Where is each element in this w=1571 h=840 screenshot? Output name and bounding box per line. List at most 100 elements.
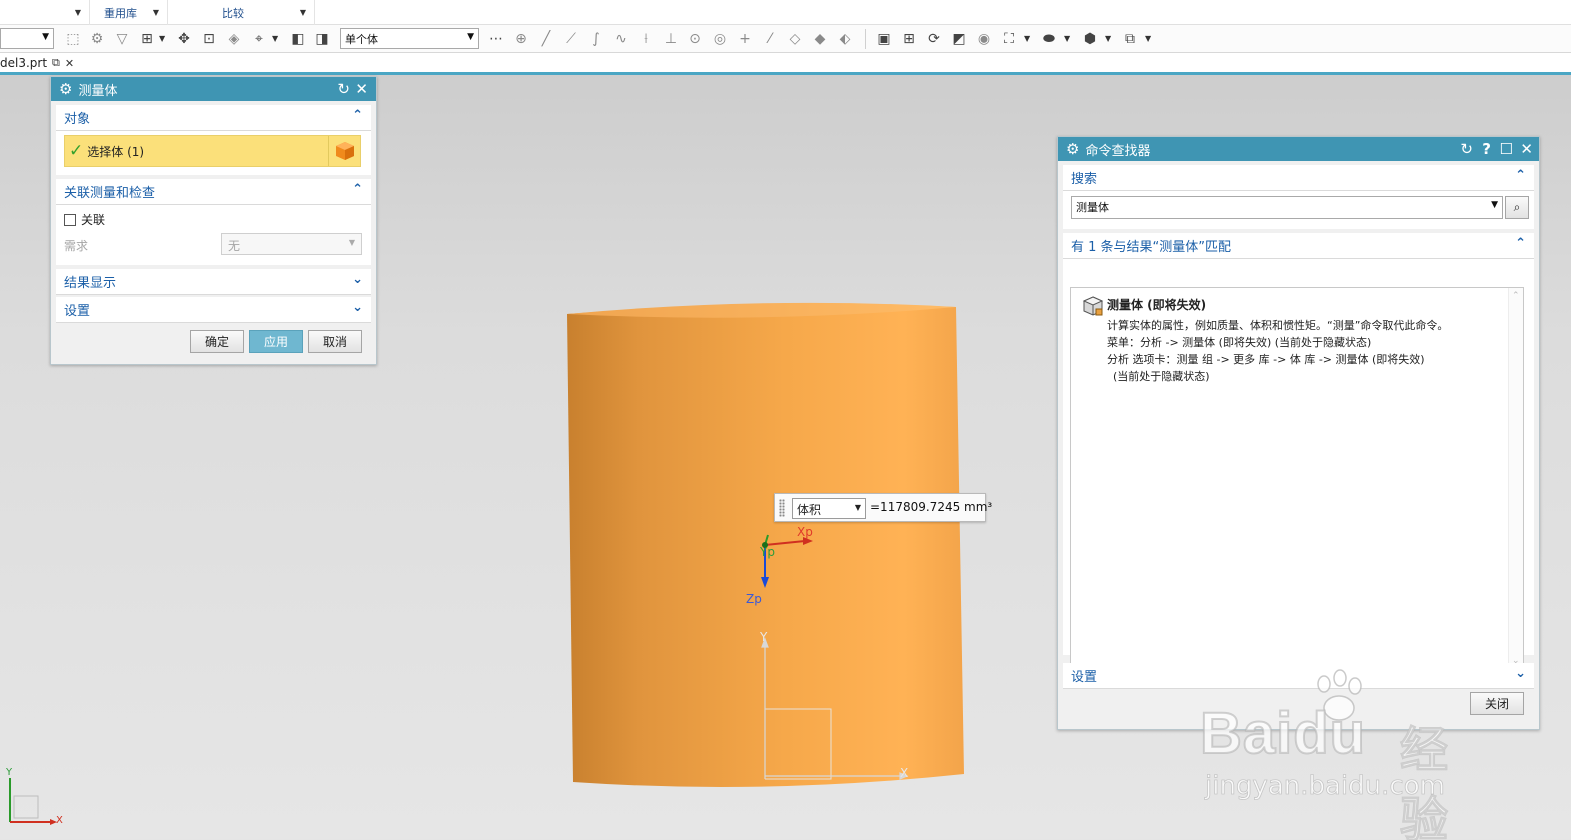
chevron-down-icon[interactable]: ▼	[153, 8, 159, 17]
chevron-down-icon[interactable]: ▼	[75, 8, 81, 17]
select-body-row[interactable]: ✓ 选择体 (1)	[64, 135, 361, 167]
search-input[interactable]: 测量体 ▼	[1071, 196, 1503, 219]
apply-button[interactable]: 应用	[249, 330, 303, 353]
select-all-icon[interactable]: ⊞	[138, 30, 156, 48]
requirement-combo: 无 ▼	[221, 233, 362, 255]
fit-frame-icon[interactable]: ⛶	[1000, 30, 1018, 48]
chevron-up-icon[interactable]: ⌃	[1515, 168, 1526, 183]
section-object-body: ✓ 选择体 (1)	[56, 131, 371, 175]
render-style-icon[interactable]: ◉	[975, 30, 993, 48]
type-filter-combo[interactable]: ▼	[0, 28, 54, 49]
select-feature-icon[interactable]: ⬚	[64, 30, 82, 48]
close-icon[interactable]: ✕	[1520, 139, 1533, 159]
result-line: 菜单：分析 -> 测量体 (即将失效) (当前处于隐藏状态)	[1107, 336, 1372, 349]
chevron-down-icon[interactable]: ▼	[159, 34, 165, 43]
close-icon[interactable]: ✕	[355, 79, 368, 99]
associative-checkbox[interactable]	[64, 213, 76, 226]
ribbon-group-left[interactable]: ▼	[0, 0, 90, 25]
reset-icon[interactable]: ↻	[1460, 139, 1473, 159]
search-button[interactable]: ⌕	[1505, 196, 1529, 219]
chevron-up-icon[interactable]: ⌃	[1515, 236, 1526, 251]
chevron-down-icon[interactable]: ⌄	[352, 272, 363, 287]
help-icon[interactable]: ?	[1482, 139, 1491, 159]
view-fit-icon[interactable]: ▣	[875, 30, 893, 48]
pop-out-icon[interactable]: ⧉	[52, 56, 60, 70]
result-title[interactable]: 测量体 (即将失效)	[1107, 296, 1206, 313]
rotate-icon[interactable]: ⟳	[925, 30, 943, 48]
poly-icon[interactable]: ⟊	[637, 30, 655, 48]
filter-icon[interactable]: ▽	[113, 30, 131, 48]
requirement-value: 无	[228, 239, 241, 253]
solid-view-icon[interactable]: ⬢	[1081, 30, 1099, 48]
ribbon-group-reuse-library[interactable]: 重用库 ▼	[90, 0, 168, 25]
zoom-icon[interactable]: ⊞	[900, 30, 918, 48]
scroll-up-icon[interactable]: ⌃	[1512, 291, 1520, 301]
sheet-body-icon[interactable]: ◨	[313, 30, 331, 48]
line-segment-icon[interactable]: ⟋	[562, 30, 580, 48]
close-icon[interactable]: ✕	[65, 57, 74, 70]
section-settings[interactable]: 设置 ⌄	[56, 297, 371, 323]
cylinder-body[interactable]	[565, 299, 964, 789]
mini-x-label: X	[56, 815, 63, 826]
dialog-title-bar[interactable]: ⚙ 测量体 ↻ ✕	[51, 77, 376, 101]
maximize-icon[interactable]: ☐	[1500, 139, 1513, 159]
chevron-down-icon[interactable]: ▼	[1145, 34, 1151, 43]
orient-view-icon[interactable]: ◩	[950, 30, 968, 48]
section-search[interactable]: 搜索 ⌃	[1063, 165, 1534, 191]
layer-icon[interactable]: ⧉	[1121, 30, 1139, 48]
section-settings[interactable]: 设置 ⌄	[1063, 663, 1534, 689]
point-on-curve-icon[interactable]: ⊕	[512, 30, 530, 48]
gear-icon[interactable]: ⚙	[1066, 140, 1079, 158]
measure-body-cube-icon	[1081, 294, 1105, 321]
snap-point-icon[interactable]: ✥	[175, 30, 193, 48]
section-object[interactable]: 对象 ⌃	[56, 105, 371, 131]
solid-body-icon[interactable]: ◧	[289, 30, 307, 48]
chevron-down-icon[interactable]: ▼	[1105, 34, 1111, 43]
associative-checkbox-row[interactable]: 关联	[64, 211, 105, 228]
tangent-icon[interactable]: ⁄	[761, 30, 779, 48]
measurement-readout[interactable]: 体积 ▼ =117809.7245 mm³	[774, 493, 992, 522]
section-results[interactable]: 有 1 条与结果“测量体”匹配 ⌃	[1063, 233, 1534, 259]
ribbon-group-compare[interactable]: 比较 ▼	[168, 0, 315, 25]
reset-icon[interactable]: ↻	[337, 79, 350, 99]
dialog-title-bar[interactable]: ⚙ 命令查找器 ↻ ? ☐ ✕	[1058, 137, 1539, 161]
document-tab[interactable]: del3.prt ⧉ ✕	[0, 53, 78, 73]
chevron-up-icon[interactable]: ⌃	[352, 108, 363, 123]
select-component-icon[interactable]: ⚙	[88, 30, 106, 48]
gear-icon[interactable]: ⚙	[59, 80, 72, 98]
line-icon[interactable]: ╱	[537, 30, 555, 48]
solid-cube-icon[interactable]	[328, 136, 360, 166]
snap-end-icon[interactable]: ⊡	[200, 30, 218, 48]
measure-type-combo[interactable]: 体积 ▼	[792, 498, 866, 519]
intersection-icon[interactable]: +	[736, 30, 754, 48]
xp-axis-label: Xp	[797, 525, 813, 539]
close-button[interactable]: 关闭	[1470, 692, 1524, 715]
chevron-down-icon[interactable]: ⌄	[352, 300, 363, 315]
bounded-icon[interactable]: ⬖	[836, 30, 854, 48]
shading-icon[interactable]: ⬬	[1040, 30, 1058, 48]
chevron-down-icon[interactable]: ▼	[300, 8, 306, 17]
quadrant-icon[interactable]: ◎	[711, 30, 729, 48]
select-region-icon[interactable]: ⌖	[250, 30, 268, 48]
face-icon[interactable]: ◇	[786, 30, 804, 48]
results-scrollbar[interactable]: ⌃ ⌄	[1508, 288, 1523, 669]
section-associative[interactable]: 关联测量和检查 ⌃	[56, 179, 371, 205]
ok-button[interactable]: 确定	[190, 330, 244, 353]
section-results-display[interactable]: 结果显示 ⌄	[56, 269, 371, 295]
chevron-down-icon[interactable]: ▼	[1491, 200, 1498, 210]
chevron-down-icon[interactable]: ⌄	[1515, 666, 1526, 681]
snap-mid-icon[interactable]: ◈	[225, 30, 243, 48]
circle-center-icon[interactable]: ⊙	[686, 30, 704, 48]
chevron-down-icon[interactable]: ▼	[1024, 34, 1030, 43]
perpendicular-icon[interactable]: ⊥	[662, 30, 680, 48]
chevron-down-icon[interactable]: ▼	[1064, 34, 1070, 43]
cancel-button[interactable]: 取消	[308, 330, 362, 353]
more-icon[interactable]: ⋯	[487, 30, 505, 48]
drag-handle[interactable]	[779, 499, 785, 517]
body-filter-combo[interactable]: 单个体 ▼	[340, 28, 479, 49]
chevron-down-icon[interactable]: ▼	[272, 34, 278, 43]
curve-icon[interactable]: ∫	[587, 30, 605, 48]
face-point-icon[interactable]: ◆	[811, 30, 829, 48]
spline-icon[interactable]: ∿	[612, 30, 630, 48]
chevron-up-icon[interactable]: ⌃	[352, 182, 363, 197]
